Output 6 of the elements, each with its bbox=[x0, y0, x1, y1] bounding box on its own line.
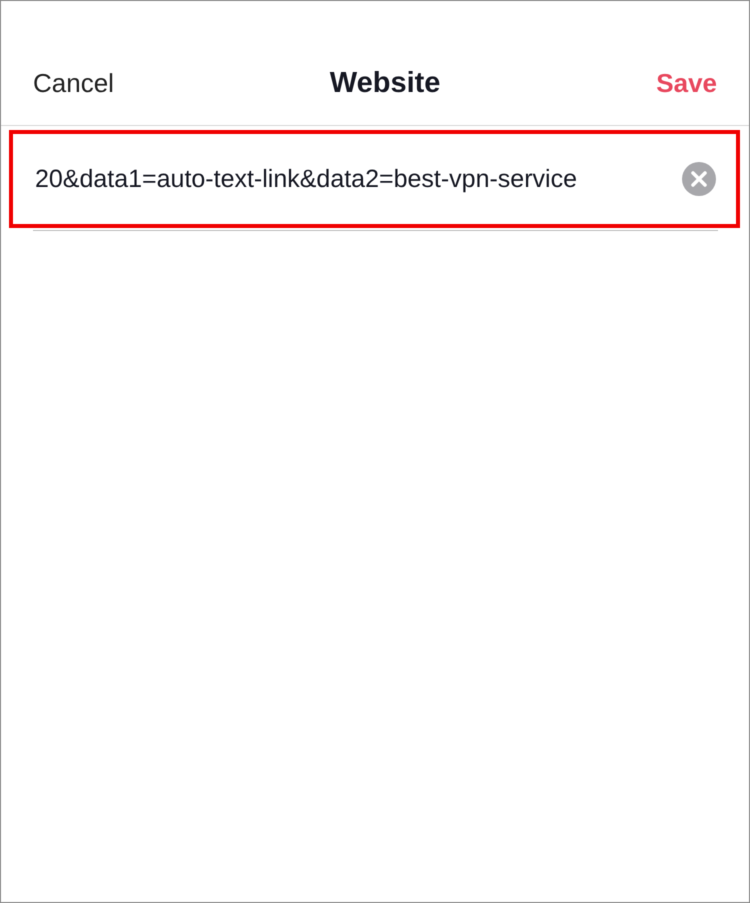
url-input[interactable]: 20&data1=auto-text-link&data2=best-vpn-service bbox=[35, 164, 670, 194]
page-title: Website bbox=[330, 66, 440, 100]
cancel-button[interactable]: Cancel bbox=[33, 68, 114, 98]
clear-icon[interactable] bbox=[682, 162, 716, 196]
url-field[interactable]: 20&data1=auto-text-link&data2=best-vpn-service bbox=[9, 130, 740, 228]
save-button[interactable]: Save bbox=[656, 68, 717, 98]
